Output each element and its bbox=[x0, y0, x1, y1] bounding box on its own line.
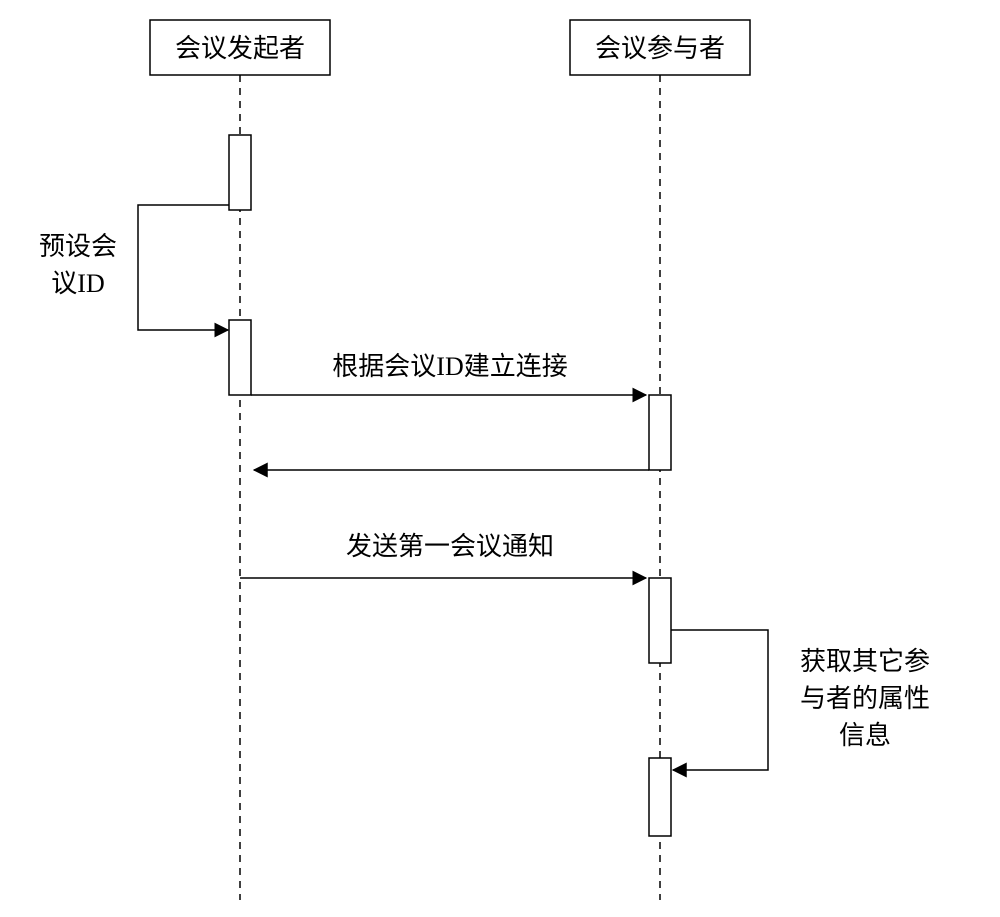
activation-initiator-2 bbox=[229, 320, 251, 395]
activation-participant-3 bbox=[649, 758, 671, 836]
self-message-preset-id: 预设会 议ID bbox=[39, 205, 229, 330]
activation-participant-1 bbox=[649, 395, 671, 470]
message-send-notification-label: 发送第一会议通知 bbox=[346, 532, 554, 561]
self-message-get-attributes-line2: 与者的属性 bbox=[800, 684, 930, 713]
self-message-get-attributes-line3: 信息 bbox=[839, 721, 891, 750]
activation-participant-2 bbox=[649, 578, 671, 663]
lifeline-participant-label: 会议参与者 bbox=[595, 34, 725, 63]
self-message-preset-id-line1: 预设会 bbox=[39, 232, 117, 261]
activation-initiator-1 bbox=[229, 135, 251, 210]
message-send-notification: 发送第一会议通知 bbox=[240, 532, 646, 578]
message-establish-connection: 根据会议ID建立连接 bbox=[251, 352, 646, 395]
self-message-get-attributes-line1: 获取其它参 bbox=[800, 647, 930, 676]
self-message-get-attributes: 获取其它参 与者的属性 信息 bbox=[671, 630, 930, 770]
sequence-diagram: 会议发起者 会议参与者 预设会 议ID 根据会议ID建立连接 发送第一会议通知 … bbox=[0, 0, 1000, 917]
message-establish-connection-label: 根据会议ID建立连接 bbox=[332, 352, 567, 381]
self-message-preset-id-line2: 议ID bbox=[51, 269, 104, 298]
lifeline-initiator-label: 会议发起者 bbox=[175, 34, 305, 63]
